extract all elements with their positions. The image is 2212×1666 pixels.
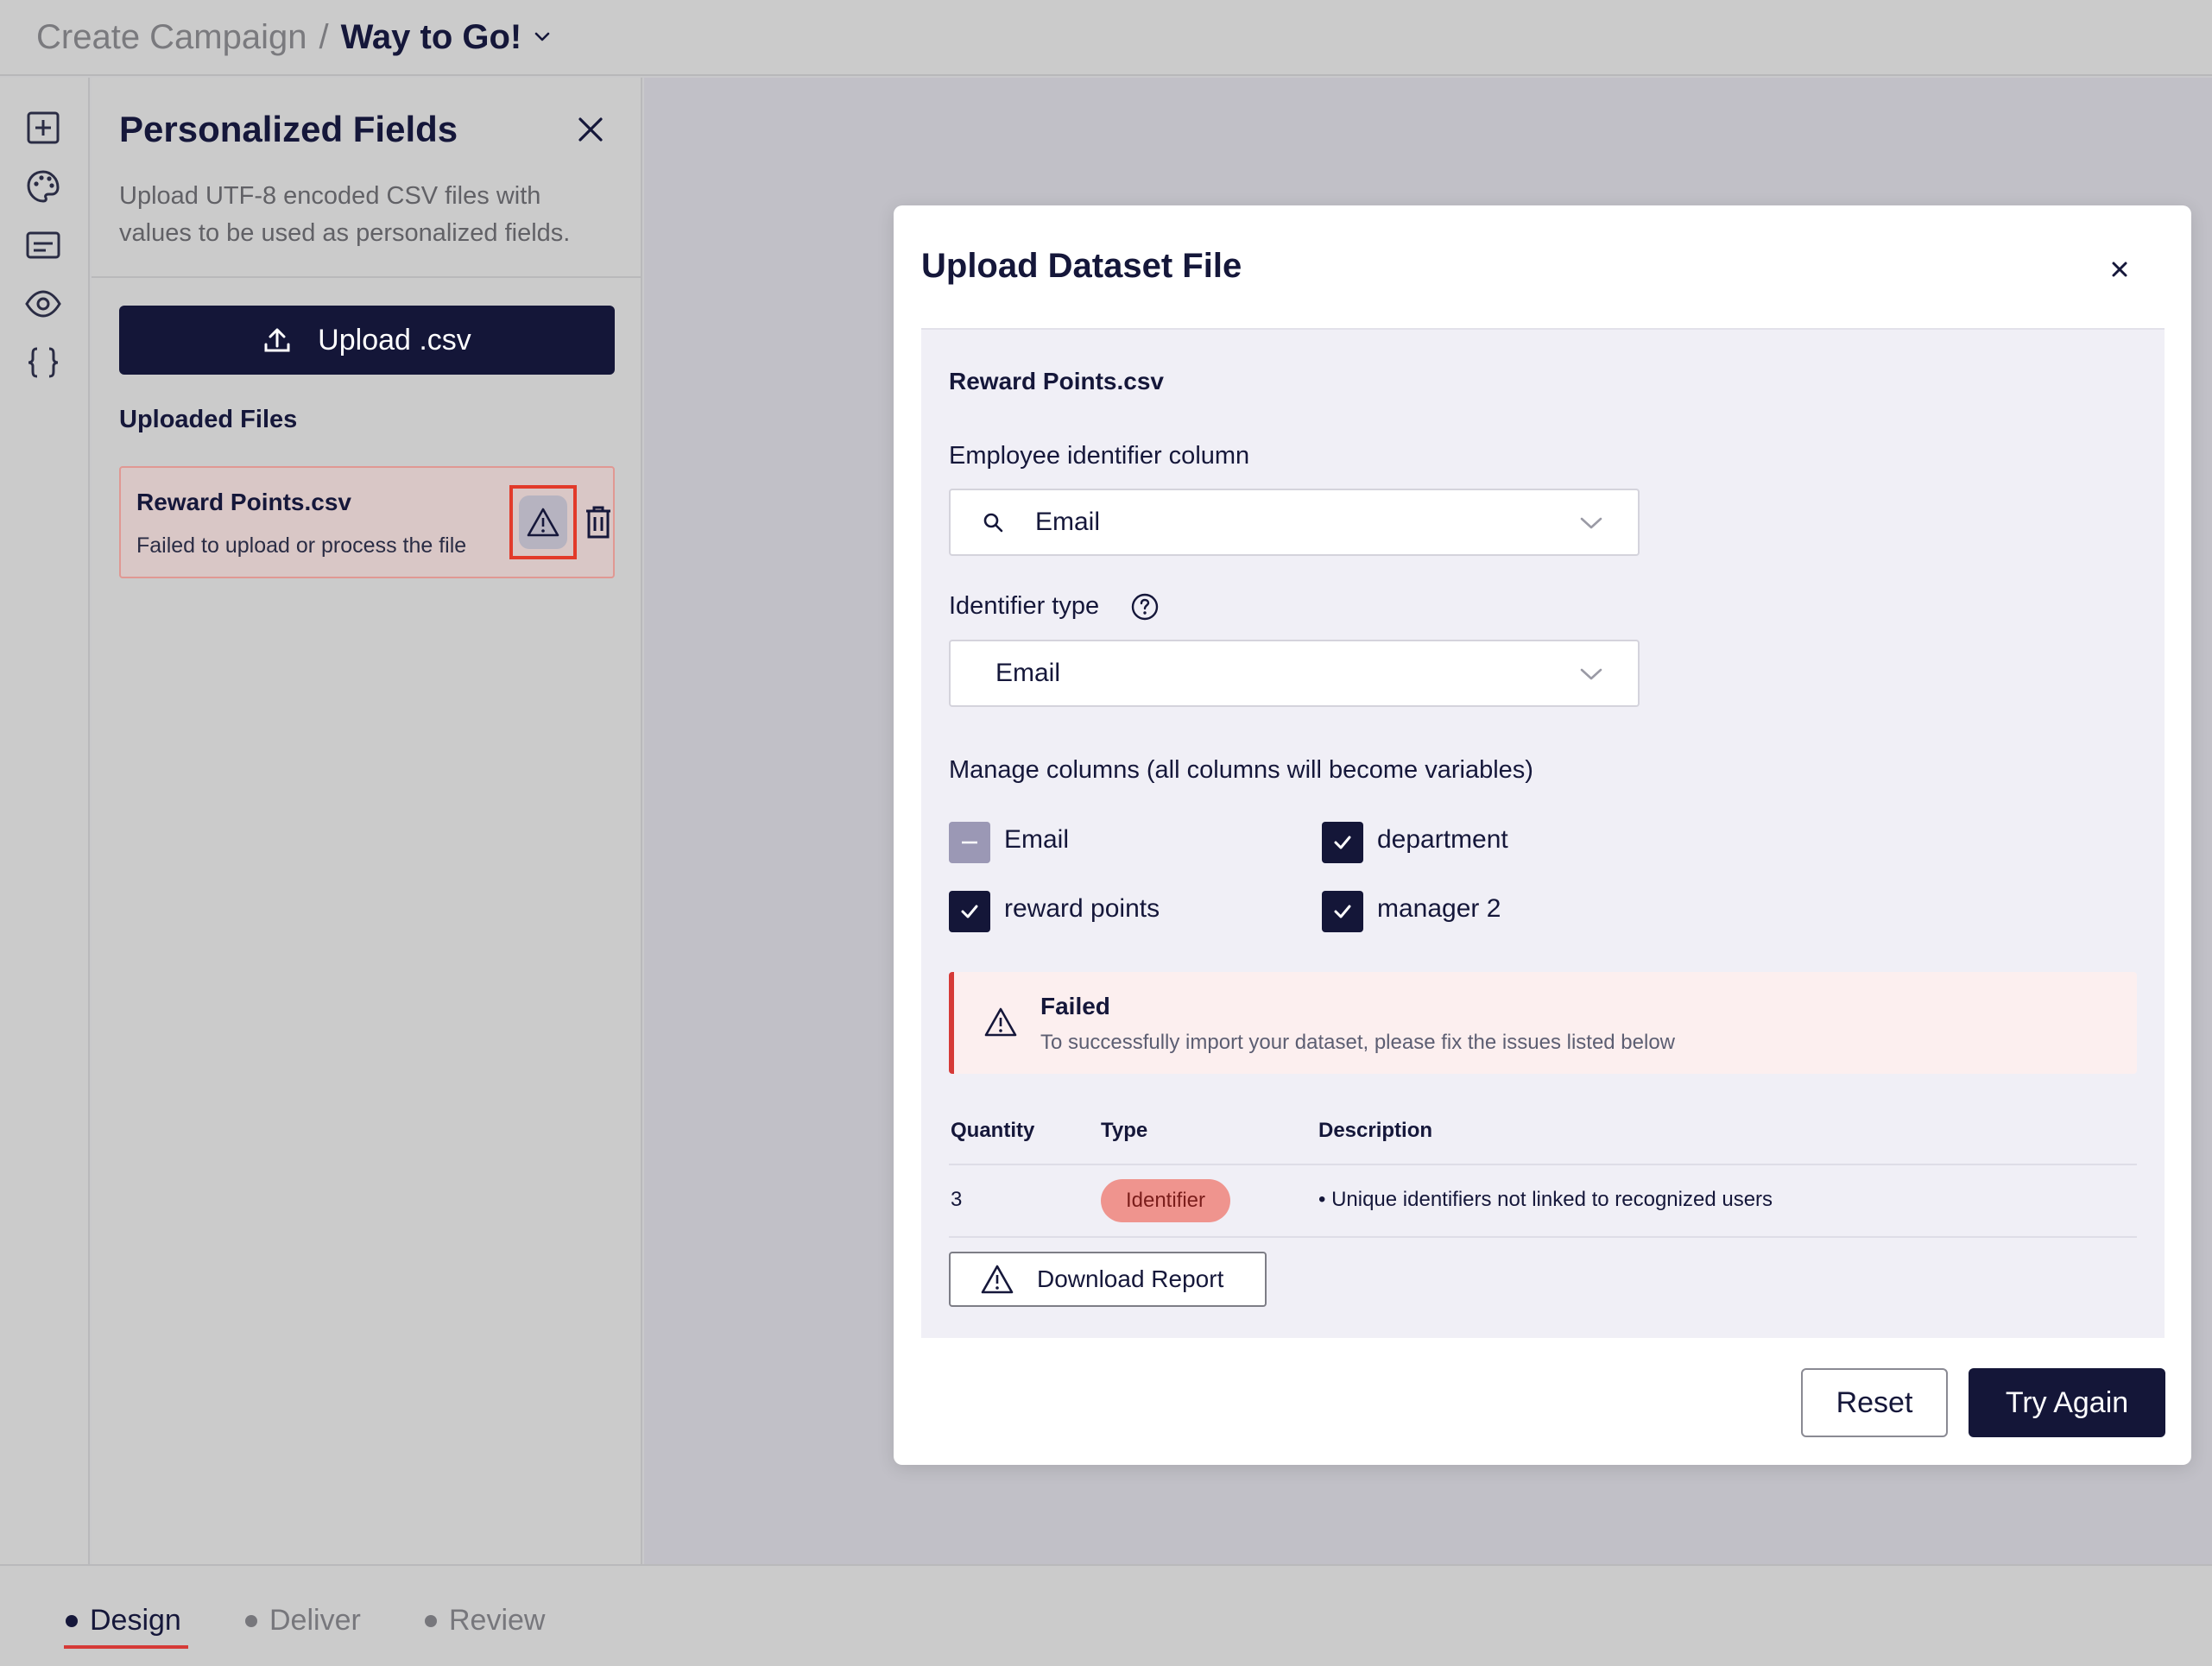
warning-icon	[981, 1265, 1014, 1294]
add-block-icon[interactable]	[24, 109, 62, 147]
type-badge: Identifier	[1101, 1179, 1230, 1222]
identifier-type-select[interactable]: Email	[949, 640, 1640, 707]
chevron-down-icon	[1579, 664, 1603, 685]
checkbox-manager-2[interactable]	[1322, 891, 1363, 932]
active-tab-underline	[64, 1645, 188, 1649]
breadcrumb-separator: /	[319, 17, 329, 56]
personalized-fields-panel: Personalized Fields Upload UTF-8 encoded…	[92, 78, 642, 1564]
alert-message: To successfully import your dataset, ple…	[1040, 1031, 1676, 1054]
close-icon[interactable]	[2106, 256, 2133, 283]
file-name: Reward Points.csv	[136, 489, 351, 515]
help-icon[interactable]	[1130, 592, 1160, 622]
check-icon	[1334, 905, 1351, 918]
check-icon	[961, 905, 978, 918]
tab-label: Design	[90, 1604, 181, 1637]
checkbox-email[interactable]	[949, 822, 990, 863]
tab-label: Deliver	[269, 1604, 361, 1637]
search-icon	[982, 511, 1006, 535]
status-dot	[425, 1614, 437, 1627]
tab-deliver[interactable]: Deliver	[245, 1604, 361, 1638]
chevron-down-icon[interactable]	[532, 27, 553, 47]
warning-icon	[527, 508, 559, 537]
code-braces-icon[interactable]	[24, 344, 62, 382]
status-dot	[66, 1614, 78, 1627]
identifier-type-value: Email	[995, 659, 1061, 687]
file-status: Failed to upload or process the file	[136, 533, 467, 558]
checkbox-department[interactable]	[1322, 822, 1363, 863]
table-header-quantity: Quantity	[951, 1119, 1035, 1142]
employee-identifier-label: Employee identifier column	[949, 442, 1250, 470]
alert-title: Failed	[1040, 993, 1110, 1019]
dataset-file-name: Reward Points.csv	[949, 368, 1164, 394]
column-label-email: Email	[1004, 825, 1070, 854]
close-icon[interactable]	[573, 112, 608, 147]
column-label-manager-2: manager 2	[1377, 894, 1501, 923]
trash-icon[interactable]	[584, 504, 613, 540]
tab-review[interactable]: Review	[425, 1604, 545, 1638]
status-dot	[245, 1614, 257, 1627]
row-description: • Unique identifiers not linked to recog…	[1318, 1188, 1773, 1211]
preview-eye-icon[interactable]	[24, 285, 62, 323]
row-quantity: 3	[951, 1188, 963, 1211]
campaign-name[interactable]: Way to Go!	[341, 18, 522, 57]
check-icon	[1334, 836, 1351, 849]
table-header-type: Type	[1101, 1119, 1148, 1142]
checkbox-reward-points[interactable]	[949, 891, 990, 932]
text-block-icon[interactable]	[24, 226, 62, 264]
table-divider	[949, 1236, 2137, 1238]
left-rail	[0, 78, 90, 1564]
identifier-type-label: Identifier type	[949, 592, 1159, 621]
try-again-button[interactable]: Try Again	[1969, 1368, 2165, 1437]
tab-label: Review	[449, 1604, 546, 1637]
download-report-button[interactable]: Download Report	[949, 1252, 1267, 1307]
tab-design[interactable]: Design	[66, 1604, 181, 1638]
modal-body: Reward Points.csv Employee identifier co…	[921, 328, 2165, 1338]
upload-csv-button[interactable]: Upload .csv	[119, 306, 615, 375]
identifier-type-text: Identifier type	[949, 592, 1100, 620]
table-divider	[949, 1164, 2137, 1165]
file-error-button[interactable]	[509, 485, 577, 559]
column-label-reward-points: reward points	[1004, 894, 1160, 923]
bottom-tab-bar: Design Deliver Review	[0, 1564, 2212, 1666]
chevron-down-icon	[1579, 513, 1603, 533]
upload-dataset-modal: Upload Dataset File Reward Points.csv Em…	[894, 205, 2191, 1465]
table-header-description: Description	[1318, 1119, 1433, 1142]
palette-icon[interactable]	[24, 167, 62, 205]
reset-button[interactable]: Reset	[1801, 1368, 1948, 1437]
upload-csv-label: Upload .csv	[318, 323, 471, 357]
panel-title: Personalized Fields	[119, 109, 458, 149]
breadcrumb-root[interactable]: Create Campaign	[36, 18, 307, 57]
download-report-label: Download Report	[1037, 1265, 1224, 1292]
upload-icon	[264, 328, 290, 352]
employee-identifier-select[interactable]: Email	[949, 489, 1640, 556]
panel-description: Upload UTF-8 encoded CSV files with valu…	[119, 182, 571, 247]
manage-columns-label: Manage columns (all columns will become …	[949, 756, 1533, 784]
modal-title: Upload Dataset File	[921, 247, 1242, 285]
employee-identifier-value: Email	[1035, 508, 1101, 536]
warning-icon	[983, 1007, 1018, 1038]
divider	[92, 276, 641, 278]
top-bar: Create Campaign / Way to Go!	[0, 0, 2212, 76]
uploaded-file-card[interactable]: Reward Points.csv Failed to upload or pr…	[119, 466, 615, 578]
column-label-department: department	[1377, 825, 1508, 854]
uploaded-files-title: Uploaded Files	[119, 406, 298, 433]
error-alert: Failed To successfully import your datas…	[949, 972, 2137, 1074]
